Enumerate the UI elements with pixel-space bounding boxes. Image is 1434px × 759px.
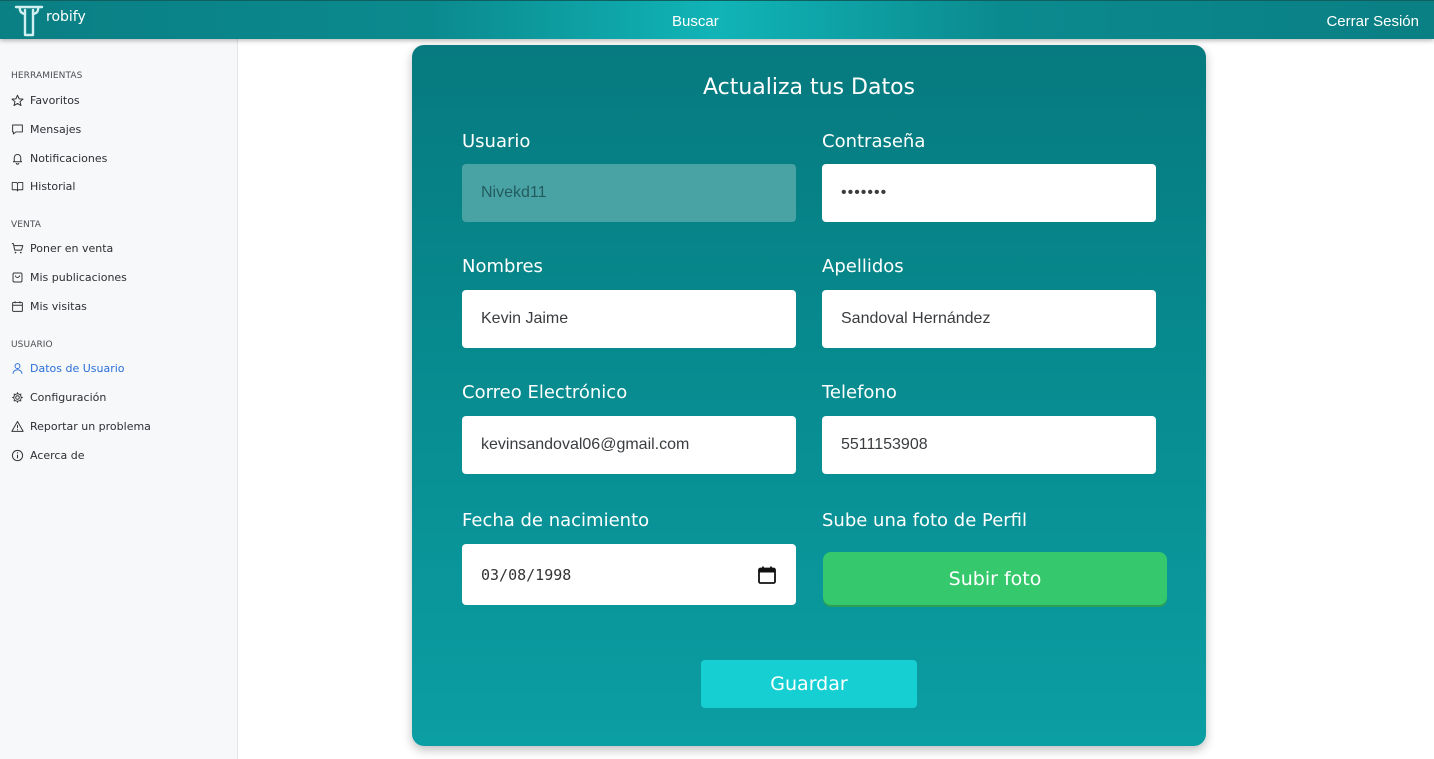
sidebar-item-poner-en-venta[interactable]: Poner en venta	[11, 239, 113, 257]
warning-icon	[11, 420, 24, 432]
sidebar-item-label: Poner en venta	[30, 241, 114, 255]
nombres-label: Nombres	[462, 256, 543, 277]
telefono-field[interactable]	[822, 416, 1156, 474]
sidebar-item-acerca-de[interactable]: Acerca de	[11, 446, 84, 464]
apellidos-label: Apellidos	[822, 256, 904, 277]
sidebar-item-label: Notificaciones	[30, 151, 108, 165]
email-field[interactable]	[462, 416, 796, 474]
usuario-label: Usuario	[462, 131, 531, 152]
sidebar-item-label: Favoritos	[30, 93, 80, 107]
form-title: Actualiza tus Datos	[702, 75, 916, 100]
nombres-field[interactable]	[462, 290, 796, 348]
foto-label: Sube una foto de Perfil	[822, 510, 1028, 531]
logout-link[interactable]: Cerrar Sesión	[1326, 13, 1419, 30]
info-icon	[11, 449, 24, 461]
user-icon	[12, 362, 23, 374]
update-data-card: Actualiza tus Datos Usuario Contraseña N…	[412, 45, 1206, 746]
password-field[interactable]	[822, 164, 1156, 222]
brand-name: robify	[46, 8, 86, 25]
upload-photo-button[interactable]: Subir foto	[823, 552, 1167, 605]
sidebar-item-label: Configuración	[30, 390, 107, 404]
birthdate-value: 03/08/1998	[481, 565, 572, 584]
sidebar-item-label: Reportar un problema	[30, 419, 151, 433]
sidebar-item-mis-publicaciones[interactable]: Mis publicaciones	[11, 268, 127, 286]
sidebar-item-reportar-problema[interactable]: Reportar un problema	[11, 417, 151, 435]
sidebar: HERRAMIENTAS Favoritos Mensajes Notifica…	[0, 39, 238, 759]
sidebar-item-label: Datos de Usuario	[30, 361, 125, 375]
password-label: Contraseña	[822, 131, 926, 152]
section-title-usuario: USUARIO	[11, 340, 53, 350]
logo-icon	[14, 5, 44, 37]
top-navbar: robify Buscar Cerrar Sesión	[0, 0, 1434, 39]
sidebar-item-label: Historial	[30, 179, 76, 193]
nacimiento-label: Fecha de nacimiento	[462, 510, 650, 531]
book-icon	[11, 181, 24, 191]
correo-label: Correo Electrónico	[462, 382, 628, 403]
sidebar-item-label: Mis publicaciones	[30, 270, 127, 284]
section-title-venta: VENTA	[11, 220, 42, 230]
sidebar-item-favoritos[interactable]: Favoritos	[11, 91, 80, 109]
calendar-icon[interactable]	[757, 565, 777, 585]
sidebar-item-mensajes[interactable]: Mensajes	[11, 120, 81, 138]
bag-icon	[12, 272, 23, 282]
cart-icon	[11, 242, 24, 253]
calendar-icon	[12, 300, 23, 312]
sidebar-item-label: Mis visitas	[30, 299, 87, 313]
sidebar-item-datos-de-usuario[interactable]: Datos de Usuario	[11, 359, 125, 377]
telefono-label: Telefono	[822, 382, 897, 403]
message-icon	[12, 124, 23, 134]
sidebar-item-mis-visitas[interactable]: Mis visitas	[11, 297, 87, 315]
section-title-herramientas: HERRAMIENTAS	[11, 71, 83, 81]
brand-logo[interactable]: robify	[14, 4, 86, 37]
star-icon	[11, 94, 24, 106]
gear-icon	[12, 391, 23, 403]
usuario-field	[462, 164, 796, 222]
birthdate-field[interactable]: 03/08/1998	[462, 544, 796, 605]
bell-icon	[12, 153, 23, 165]
apellidos-field[interactable]	[822, 290, 1156, 348]
sidebar-item-label: Mensajes	[30, 122, 82, 136]
sidebar-item-label: Acerca de	[30, 448, 85, 462]
sidebar-item-configuracion[interactable]: Configuración	[11, 388, 106, 406]
search-link[interactable]: Buscar	[672, 13, 719, 30]
sidebar-item-notificaciones[interactable]: Notificaciones	[11, 149, 107, 167]
sidebar-item-historial[interactable]: Historial	[11, 177, 75, 195]
save-button[interactable]: Guardar	[701, 660, 917, 708]
